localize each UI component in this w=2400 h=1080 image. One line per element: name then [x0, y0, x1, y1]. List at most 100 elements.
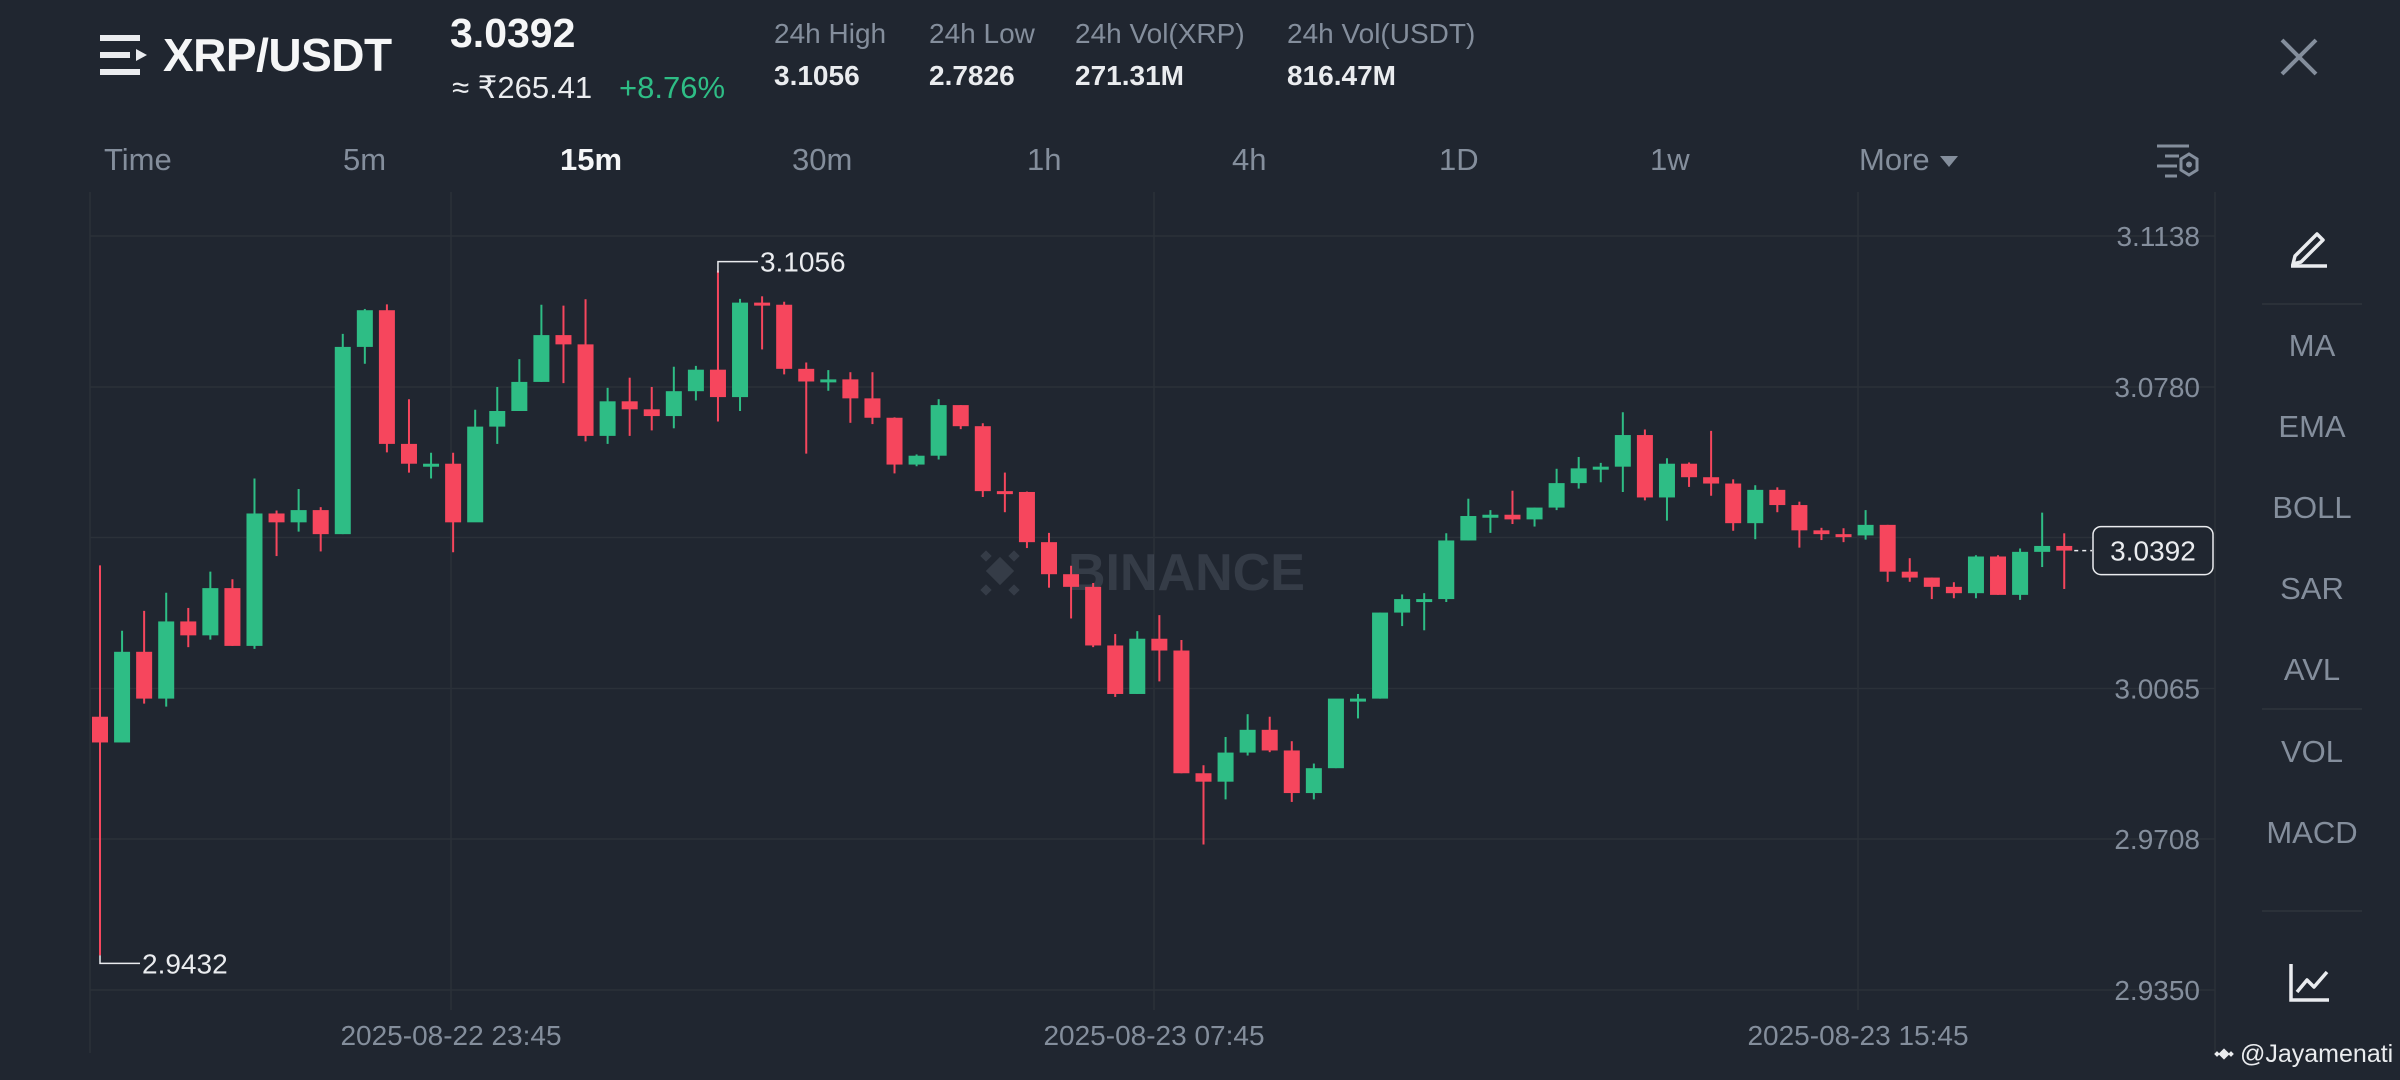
tab-4h[interactable]: 4h	[1232, 142, 1266, 178]
y-tick-label: 2.9708	[2114, 824, 2200, 855]
indicator-sar[interactable]: SAR	[2262, 571, 2362, 607]
low-marker-line	[99, 955, 140, 965]
pencil-icon[interactable]	[2287, 224, 2331, 268]
candle-body	[1835, 534, 1852, 538]
candle-body	[136, 651, 153, 699]
candle-body	[1195, 773, 1212, 782]
tab-1d[interactable]: 1D	[1439, 142, 1479, 178]
candle-body	[1703, 477, 1720, 484]
stat-vol-usdt-value: 816.47M	[1287, 60, 1396, 91]
stat-24h-high-label: 24h High	[774, 18, 887, 49]
indicator-vol[interactable]: VOL	[2262, 734, 2362, 770]
candle-body	[1129, 638, 1146, 694]
tab-time[interactable]: Time	[104, 142, 172, 178]
candle-body	[864, 398, 881, 418]
x-tick-label: 2025-08-22 23:45	[340, 1020, 561, 1051]
candle-body	[798, 368, 815, 382]
side-divider	[2262, 708, 2362, 710]
candle-body	[1239, 729, 1256, 753]
tab-1w[interactable]: 1w	[1650, 142, 1690, 178]
candle-body	[489, 411, 506, 427]
stat-24h-high-value: 3.1056	[774, 60, 860, 91]
candle-body	[1372, 612, 1389, 699]
tab-30m[interactable]: 30m	[792, 142, 852, 178]
x-tick-label: 2025-08-23 07:45	[1043, 1020, 1264, 1051]
candle-body	[1658, 463, 1675, 498]
stat-vol-xrp-label: 24h Vol(XRP)	[1075, 18, 1245, 49]
trading-pair[interactable]: XRP/USDT	[163, 28, 392, 82]
high-annotation: 3.1056	[760, 247, 846, 278]
candle-body	[776, 304, 793, 369]
candle-body	[1945, 586, 1962, 594]
candle-body	[732, 302, 749, 398]
candle-body	[158, 621, 175, 699]
indicator-boll[interactable]: BOLL	[2262, 490, 2362, 526]
candle-body	[2012, 551, 2029, 595]
high-marker-line	[717, 260, 758, 273]
candle-body	[1769, 489, 1786, 506]
candle-body	[1305, 768, 1322, 794]
x-axis-labels: 2025-08-22 23:45 2025-08-23 07:45 2025-08-…	[340, 1020, 1968, 1051]
close-icon[interactable]	[2276, 34, 2322, 80]
candle-body	[1482, 514, 1499, 518]
candle-body	[1725, 483, 1742, 524]
candle-body	[1349, 698, 1366, 702]
candle-body	[643, 409, 660, 417]
candle-body	[1592, 466, 1609, 470]
menu-icon[interactable]	[100, 33, 148, 77]
stat-24h-low-label: 24h Low	[929, 18, 1035, 49]
candle-body	[378, 310, 395, 444]
candles	[92, 270, 2073, 956]
candle-body	[1526, 507, 1543, 520]
candle-body	[2056, 545, 2073, 551]
candle-body	[1747, 489, 1764, 524]
price-inr: ≈ ₹265.41	[452, 70, 593, 105]
tab-5m[interactable]: 5m	[343, 142, 386, 178]
candle-body	[1813, 530, 1830, 535]
candle-body	[555, 335, 572, 345]
tab-more[interactable]: More	[1859, 142, 1958, 178]
side-divider	[2262, 910, 2362, 912]
candle-body	[92, 716, 108, 743]
stat-24h-low-value: 2.7826	[929, 60, 1015, 91]
candle-body	[1085, 586, 1102, 646]
candle-body	[423, 463, 440, 467]
low-annotation: 2.9432	[142, 948, 228, 979]
candle-body	[1681, 463, 1698, 478]
more-label: More	[1859, 142, 1930, 177]
candle-body	[1570, 468, 1587, 484]
candle-body	[1857, 524, 1874, 536]
candle-body	[114, 651, 131, 743]
y-tick-label: 3.0780	[2114, 372, 2200, 403]
tab-1h[interactable]: 1h	[1027, 142, 1061, 178]
candle-body	[1327, 698, 1344, 769]
candle-body	[1283, 750, 1300, 794]
candle-body	[709, 369, 726, 398]
chart-settings-icon[interactable]	[2155, 140, 2199, 180]
indicator-ma[interactable]: MA	[2262, 328, 2362, 364]
stat-vol-usdt-label: 24h Vol(USDT)	[1287, 18, 1476, 49]
candle-body	[400, 443, 417, 464]
candle-body	[1394, 599, 1411, 613]
candle-body	[886, 417, 903, 465]
y-axis-labels: 3.11383.07803.04233.00652.97082.9350	[2114, 221, 2200, 1006]
indicator-avl[interactable]: AVL	[2262, 652, 2362, 688]
line-chart-icon[interactable]	[2287, 960, 2331, 1004]
indicator-ema[interactable]: EMA	[2262, 409, 2362, 445]
candle-body	[1063, 574, 1080, 587]
candle-body	[842, 379, 859, 399]
candle-body	[996, 491, 1013, 495]
candle-body	[224, 588, 241, 646]
candle-body	[1504, 514, 1521, 520]
candle-body	[1879, 524, 1896, 572]
candle-body	[577, 344, 594, 436]
binance-watermark: BINANCE	[980, 544, 1305, 602]
binance-logo-icon	[2214, 1048, 2234, 1060]
candle-body	[312, 510, 329, 535]
tab-15m[interactable]: 15m	[560, 142, 622, 178]
candle-body	[290, 510, 307, 523]
candle-body	[445, 463, 462, 523]
candle-body	[974, 426, 991, 492]
price-change: +8.76%	[619, 70, 726, 105]
indicator-macd[interactable]: MACD	[2262, 815, 2362, 851]
